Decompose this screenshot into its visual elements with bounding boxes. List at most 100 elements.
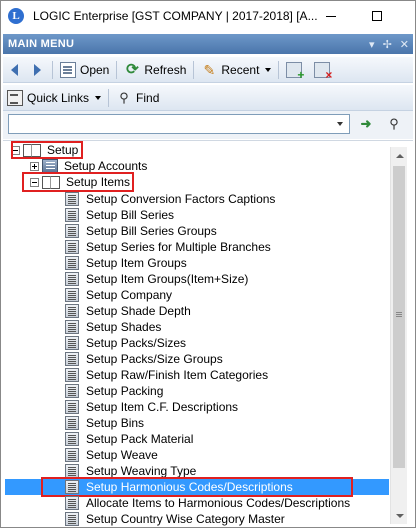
tree-leaf-label: Setup Bins (86, 416, 145, 430)
scrollbar-grip-icon (396, 312, 402, 313)
tree-leaf-item[interactable]: Setup Shade Depth (65, 303, 193, 319)
tree-leaf-item[interactable]: Setup Bill Series Groups (65, 223, 219, 239)
forward-arrow-icon (34, 63, 41, 76)
menu-item-icon (65, 400, 79, 414)
maximize-icon (372, 11, 382, 21)
back-button[interactable] (3, 59, 26, 81)
tree-leaf-label: Setup Series for Multiple Branches (86, 240, 271, 254)
tree-leaf-item[interactable]: Setup Packs/Sizes (65, 335, 188, 351)
remove-favorite-button[interactable] (310, 59, 338, 82)
tree-leaf-label: Setup Packing (86, 384, 164, 398)
tree-leaf-item[interactable]: Setup Company (65, 287, 174, 303)
tree-leaf-label: Setup Conversion Factors Captions (86, 192, 276, 206)
menu-item-icon (65, 512, 79, 526)
go-button[interactable]: ➜ (355, 114, 377, 134)
menu-item-icon (65, 464, 79, 478)
menu-item-icon (65, 304, 79, 318)
find-button[interactable]: ⚲ Find (112, 87, 163, 109)
binoculars-icon: ⚲ (119, 89, 129, 105)
window-title: LOGIC Enterprise [GST COMPANY | 2017-201… (33, 9, 318, 23)
tree-leaf-item[interactable]: Setup Shades (65, 319, 163, 335)
open-button[interactable]: Open (56, 59, 113, 81)
tree-leaf-label: Setup Packs/Sizes (86, 336, 187, 350)
tree-leaf-item[interactable]: Setup Item C.F. Descriptions (65, 399, 240, 415)
tree-leaf-item[interactable]: Setup Bins (65, 415, 146, 431)
tree-leaf-item[interactable]: Setup Bill Series (65, 207, 176, 223)
toolbar-separator (278, 60, 280, 79)
tree-leaf-item[interactable]: Setup Item Groups (65, 255, 189, 271)
menu-item-icon (65, 432, 79, 446)
menu-item-icon (65, 496, 79, 510)
maximize-button[interactable] (354, 1, 400, 31)
toolbar-separator (52, 60, 53, 79)
panel-pin-icon[interactable]: ✢ (383, 38, 392, 51)
recent-label: Recent (221, 62, 260, 77)
menu-item-icon (65, 336, 79, 350)
refresh-label: Refresh (144, 62, 187, 77)
tree-leaf-item[interactable]: Setup Item Groups(Item+Size) (65, 271, 250, 287)
tree-leaf-item[interactable]: Setup Weave (65, 447, 160, 463)
tree-leaf-label: Setup Item Groups (86, 256, 187, 270)
panel-close-icon[interactable]: ✕ (400, 38, 409, 51)
search-find-button[interactable]: ⚲ (383, 114, 405, 134)
search-combobox[interactable] (8, 114, 350, 134)
tree-vertical-scrollbar[interactable] (390, 147, 407, 524)
tree-leaf-label: Setup Pack Material (86, 432, 194, 446)
main-menu-header: MAIN MENU ▾ ✢ ✕ (3, 34, 413, 54)
tree-leaf-item[interactable]: Setup Raw/Finish Item Categories (65, 367, 270, 383)
tree-leaf-label: Setup Shade Depth (86, 304, 191, 318)
title-bar: L LOGIC Enterprise [GST COMPANY | 2017-2… (1, 1, 415, 31)
menu-item-icon (65, 352, 79, 366)
tree-leaf-item[interactable]: Setup Country Wise Category Master (65, 511, 287, 527)
tree-leaf-item[interactable]: Setup Pack Material (65, 431, 195, 447)
tree-leaf-label: Setup Packs/Size Groups (86, 352, 223, 366)
scroll-up-button[interactable] (391, 147, 408, 164)
menu-item-icon (65, 272, 79, 286)
scroll-up-icon (395, 153, 404, 158)
minimize-button[interactable] (308, 1, 354, 31)
highlight-box-setup-items (22, 172, 134, 192)
tree-leaf-item[interactable]: Setup Packs/Size Groups (65, 351, 225, 367)
add-favorite-icon (286, 61, 304, 82)
scrollbar-thumb[interactable] (393, 166, 405, 468)
search-row: ➜ ⚲ (3, 111, 413, 139)
menu-tree: Setup Setup Accounts Setup Items Setup C… (3, 140, 413, 527)
menu-item-icon (65, 384, 79, 398)
main-window: L LOGIC Enterprise [GST COMPANY | 2017-2… (0, 0, 416, 528)
tree-leaf-label: Setup Bill Series Groups (86, 224, 217, 238)
tree-leaf-label: Setup Bill Series (86, 208, 175, 222)
tree-node-label: Setup Accounts (64, 159, 148, 173)
open-label: Open (80, 62, 110, 77)
tree-leaf-item[interactable]: Setup Series for Multiple Branches (65, 239, 273, 255)
refresh-button[interactable]: ⟳ Refresh (120, 59, 190, 81)
menu-item-icon (65, 192, 79, 206)
tree-leaf-item[interactable]: Setup Packing (65, 383, 165, 399)
tree-leaf-item[interactable]: Allocate Items to Harmonious Codes/Descr… (65, 495, 352, 511)
remove-favorite-icon (314, 61, 332, 82)
search-dropdown-button[interactable] (331, 115, 349, 133)
menu-item-icon (65, 208, 79, 222)
tree-leaf-item[interactable]: Setup Conversion Factors Captions (65, 191, 277, 207)
tree-leaf-label: Setup Item Groups(Item+Size) (86, 272, 249, 286)
menu-item-icon (65, 288, 79, 302)
tree-leaf-label: Allocate Items to Harmonious Codes/Descr… (86, 496, 351, 510)
chevron-down-icon (337, 122, 343, 126)
minimize-icon (326, 15, 336, 17)
recent-pencil-icon: ✎ (203, 61, 216, 78)
menu-item-icon (65, 224, 79, 238)
menu-item-icon (65, 256, 79, 270)
recent-button[interactable]: ✎ Recent (197, 59, 275, 81)
add-favorite-button[interactable] (282, 59, 310, 82)
panel-dropdown-icon[interactable]: ▾ (369, 38, 375, 51)
search-input[interactable] (11, 116, 329, 132)
quick-links-button[interactable]: Quick Links (3, 87, 105, 109)
tree-leaf-label: Setup Weave (86, 448, 158, 462)
menu-item-icon (65, 240, 79, 254)
expand-icon[interactable] (30, 161, 39, 171)
scroll-down-button[interactable] (391, 507, 408, 524)
tree-leaf-label: Setup Company (86, 288, 173, 302)
forward-button[interactable] (26, 59, 49, 81)
quick-links-label: Quick Links (27, 90, 90, 105)
tree-leaf-label: Setup Country Wise Category Master (86, 512, 285, 526)
folder-icon (42, 159, 58, 173)
